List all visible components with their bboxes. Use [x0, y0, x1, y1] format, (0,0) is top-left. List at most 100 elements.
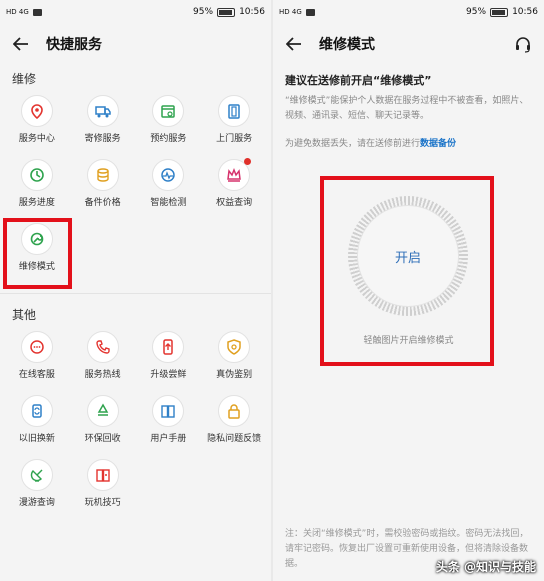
service-icon-circle — [20, 159, 53, 191]
service-item[interactable]: 在线客服 — [4, 331, 70, 389]
service-item[interactable]: 玩机技巧 — [70, 459, 136, 517]
service-label: 上门服务 — [216, 134, 253, 144]
page-title: 维修模式 — [319, 37, 375, 53]
battery-percent: 95% — [466, 7, 487, 17]
back-button[interactable] — [10, 33, 32, 55]
mode-description: “维修模式”能保护个人数据在服务过程中不被查看，如照片、视频、通讯录、短信、聊天… — [285, 96, 529, 121]
backup-note: 为避免数据丢失，请在送修前进行数据备份 — [273, 124, 544, 149]
service-icon-circle — [20, 395, 53, 427]
signal-icon — [305, 8, 315, 16]
tips-book-icon — [95, 469, 110, 482]
service-icon-circle — [152, 395, 185, 427]
service-label: 环保回收 — [84, 434, 121, 444]
status-bar-right: HD 4G 95% 10:56 — [273, 0, 544, 24]
header: 快捷服务 — [0, 24, 271, 64]
service-item[interactable]: 环保回收 — [70, 395, 136, 453]
service-icon-circle — [218, 395, 251, 427]
service-item[interactable]: 隐私问题反馈 — [201, 395, 267, 453]
service-sections: 维修 服务中心 寄修服务 预约服务 上门服务 服务进度 备件价格 智能检测 权益查询 维修模式 其他… — [0, 64, 271, 517]
service-label: 服务进度 — [18, 198, 55, 208]
service-icon-circle — [218, 331, 251, 363]
location-pin-icon — [31, 104, 43, 119]
service-label: 升级尝鲜 — [150, 370, 187, 380]
highlight-box-start-dial — [320, 176, 494, 366]
satellite-icon — [30, 469, 43, 482]
privacy-lock-icon — [228, 404, 240, 419]
service-icon-circle — [20, 459, 53, 491]
header-right: 维修模式 — [273, 24, 544, 64]
section-title: 维修 — [12, 72, 37, 86]
progress-icon — [30, 168, 44, 182]
calendar-icon — [161, 105, 176, 118]
service-icon-circle — [218, 158, 252, 191]
service-label: 用户手册 — [150, 434, 187, 444]
service-label: 隐私问题反馈 — [207, 434, 262, 444]
back-arrow-icon — [13, 37, 28, 51]
service-label: 备件价格 — [84, 198, 121, 208]
signal-icon — [32, 8, 42, 16]
notification-dot — [244, 158, 252, 165]
customer-service-button[interactable] — [512, 33, 534, 55]
watermark: 头条 @知识与技能 — [435, 560, 536, 574]
service-label: 真伪鉴别 — [216, 370, 253, 380]
trade-in-icon — [32, 404, 42, 418]
door-icon — [228, 104, 240, 119]
service-item[interactable]: 权益查询 — [201, 158, 267, 217]
service-item[interactable]: 漫游查询 — [4, 459, 70, 517]
service-icon-circle — [20, 331, 53, 363]
service-item[interactable]: 智能检测 — [136, 159, 202, 217]
section-title: 其他 — [12, 308, 37, 322]
back-arrow-icon — [286, 37, 301, 51]
service-label: 漫游查询 — [18, 498, 55, 508]
service-item[interactable]: 服务热线 — [70, 331, 136, 389]
service-item[interactable]: 服务中心 — [4, 95, 70, 153]
phone-icon — [95, 340, 110, 354]
verify-icon — [227, 339, 241, 355]
service-item[interactable]: 备件价格 — [70, 159, 136, 217]
service-icon-circle — [86, 395, 119, 427]
service-label: 玩机技巧 — [84, 498, 121, 508]
headset-icon — [516, 37, 530, 53]
service-grid: 在线客服 服务热线 升级尝鲜 真伪鉴别以旧换新 环保回收 用户手册 隐私问题反馈漫游查询 玩机… — [0, 331, 271, 517]
service-icon-circle — [86, 459, 119, 491]
battery-icon — [217, 7, 236, 17]
service-label: 服务热线 — [84, 370, 121, 380]
service-item[interactable]: 服务进度 — [4, 159, 70, 217]
network-indicator: HD 4G — [6, 8, 29, 16]
battery-percent: 95% — [193, 7, 214, 17]
service-item[interactable]: 上门服务 — [201, 95, 267, 153]
highlight-box-maintenance-mode — [3, 218, 72, 289]
service-item[interactable]: 预约服务 — [136, 95, 202, 153]
service-item[interactable]: 真伪鉴别 — [201, 331, 267, 389]
service-item[interactable]: 寄修服务 — [70, 95, 136, 153]
crown-icon — [227, 167, 241, 182]
service-label: 预约服务 — [150, 134, 187, 144]
service-icon-circle — [86, 331, 119, 363]
diagnose-icon — [161, 168, 176, 182]
battery-icon — [490, 7, 509, 17]
back-button[interactable] — [283, 33, 305, 55]
service-item[interactable]: 用户手册 — [136, 395, 202, 453]
service-label: 智能检测 — [150, 198, 187, 208]
service-label: 权益查询 — [216, 198, 253, 208]
upgrade-icon — [163, 339, 174, 355]
service-icon-circle — [20, 95, 53, 127]
page-title: 快捷服务 — [46, 37, 102, 53]
data-backup-link[interactable]: 数据备份 — [420, 139, 456, 149]
clock: 10:56 — [512, 7, 538, 17]
recycle-icon — [97, 403, 108, 416]
service-item[interactable]: 以旧换新 — [4, 395, 70, 453]
clock: 10:56 — [239, 7, 265, 17]
recommendation-title: 建议在送修前开启“维修模式” — [285, 74, 432, 87]
manual-icon — [161, 405, 176, 418]
service-label: 服务中心 — [18, 134, 55, 144]
quick-services-screen: HD 4G 95% 10:56 快捷服务 维修服务中心 寄修服务 预约服务 上门服务服务… — [0, 0, 271, 581]
service-label: 以旧换新 — [18, 434, 55, 444]
service-icon-circle — [152, 159, 185, 191]
service-label: 寄修服务 — [84, 134, 121, 144]
truck-icon — [94, 106, 111, 118]
service-item[interactable]: 升级尝鲜 — [136, 331, 202, 389]
status-bar: HD 4G 95% 10:56 — [0, 0, 271, 24]
service-icon-circle — [218, 95, 251, 127]
service-label: 在线客服 — [18, 370, 55, 380]
